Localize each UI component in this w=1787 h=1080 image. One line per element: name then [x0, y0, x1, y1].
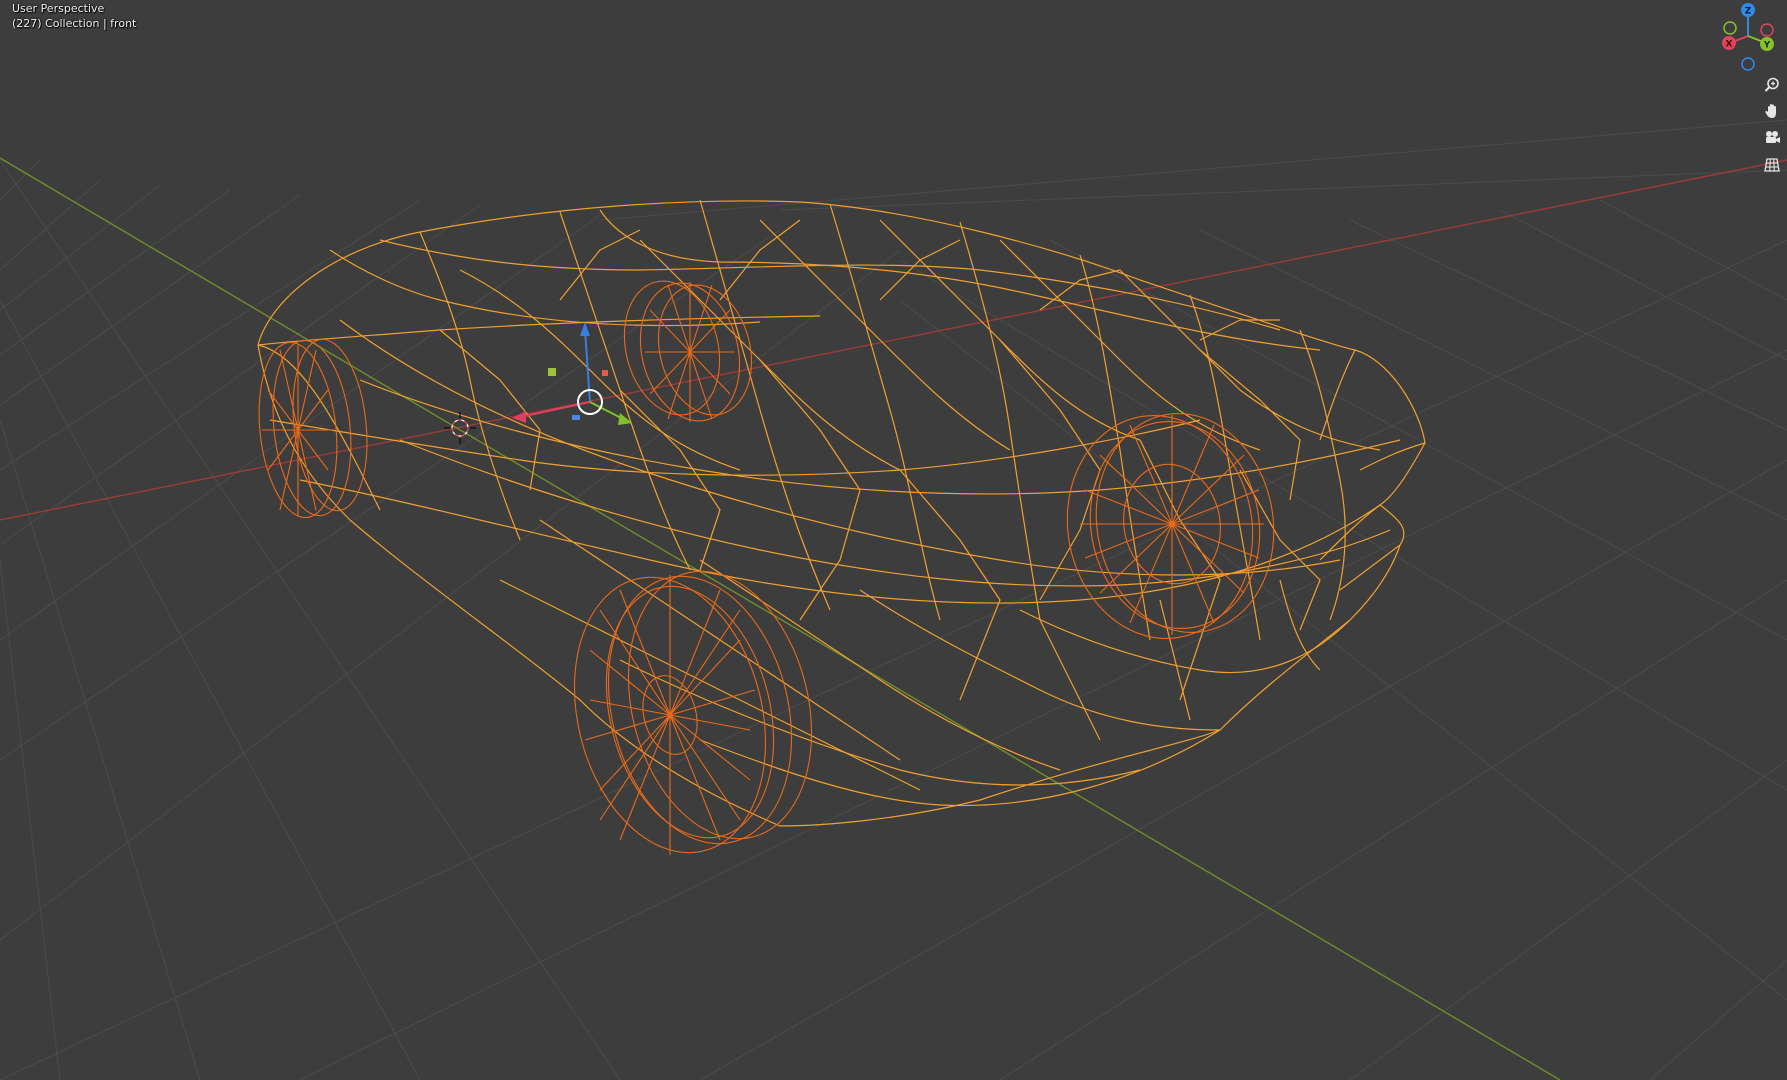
z-axis-label: Z	[1745, 7, 1752, 17]
hand-pan-icon	[1765, 104, 1776, 118]
navigation-gizmo[interactable]: Z X Y	[1712, 0, 1787, 75]
camera-view-button[interactable]	[1760, 126, 1784, 150]
y-axis-line	[0, 157, 1561, 1080]
zoom-icon	[1764, 77, 1779, 92]
neg-y-axis-ball[interactable]	[1723, 21, 1737, 35]
wheel-rear-right[interactable]	[1050, 399, 1291, 653]
zoom-button[interactable]	[1760, 73, 1784, 97]
y-axis-label: Y	[1763, 41, 1771, 51]
grid-ortho-icon	[1764, 158, 1780, 172]
wheel-rear-left[interactable]	[611, 271, 765, 432]
3d-viewport[interactable]	[0, 0, 1787, 1080]
view-name-label: User Perspective	[12, 2, 105, 15]
floor-grid	[0, 119, 1787, 1080]
wheel-front-right[interactable]	[251, 336, 375, 522]
neg-z-axis-ball[interactable]	[1741, 57, 1755, 71]
neg-x-axis-ball[interactable]	[1760, 23, 1774, 37]
perspective-toggle-button[interactable]	[1760, 153, 1784, 177]
camera-icon	[1766, 131, 1780, 143]
car-wireframe-body[interactable]	[257, 199, 1426, 827]
x-axis-label: X	[1726, 40, 1733, 50]
car-wheels[interactable]	[251, 271, 1291, 873]
active-object-info: (227) Collection | front	[12, 17, 137, 30]
pan-button[interactable]	[1760, 99, 1784, 123]
wheel-front-left[interactable]	[547, 552, 838, 873]
